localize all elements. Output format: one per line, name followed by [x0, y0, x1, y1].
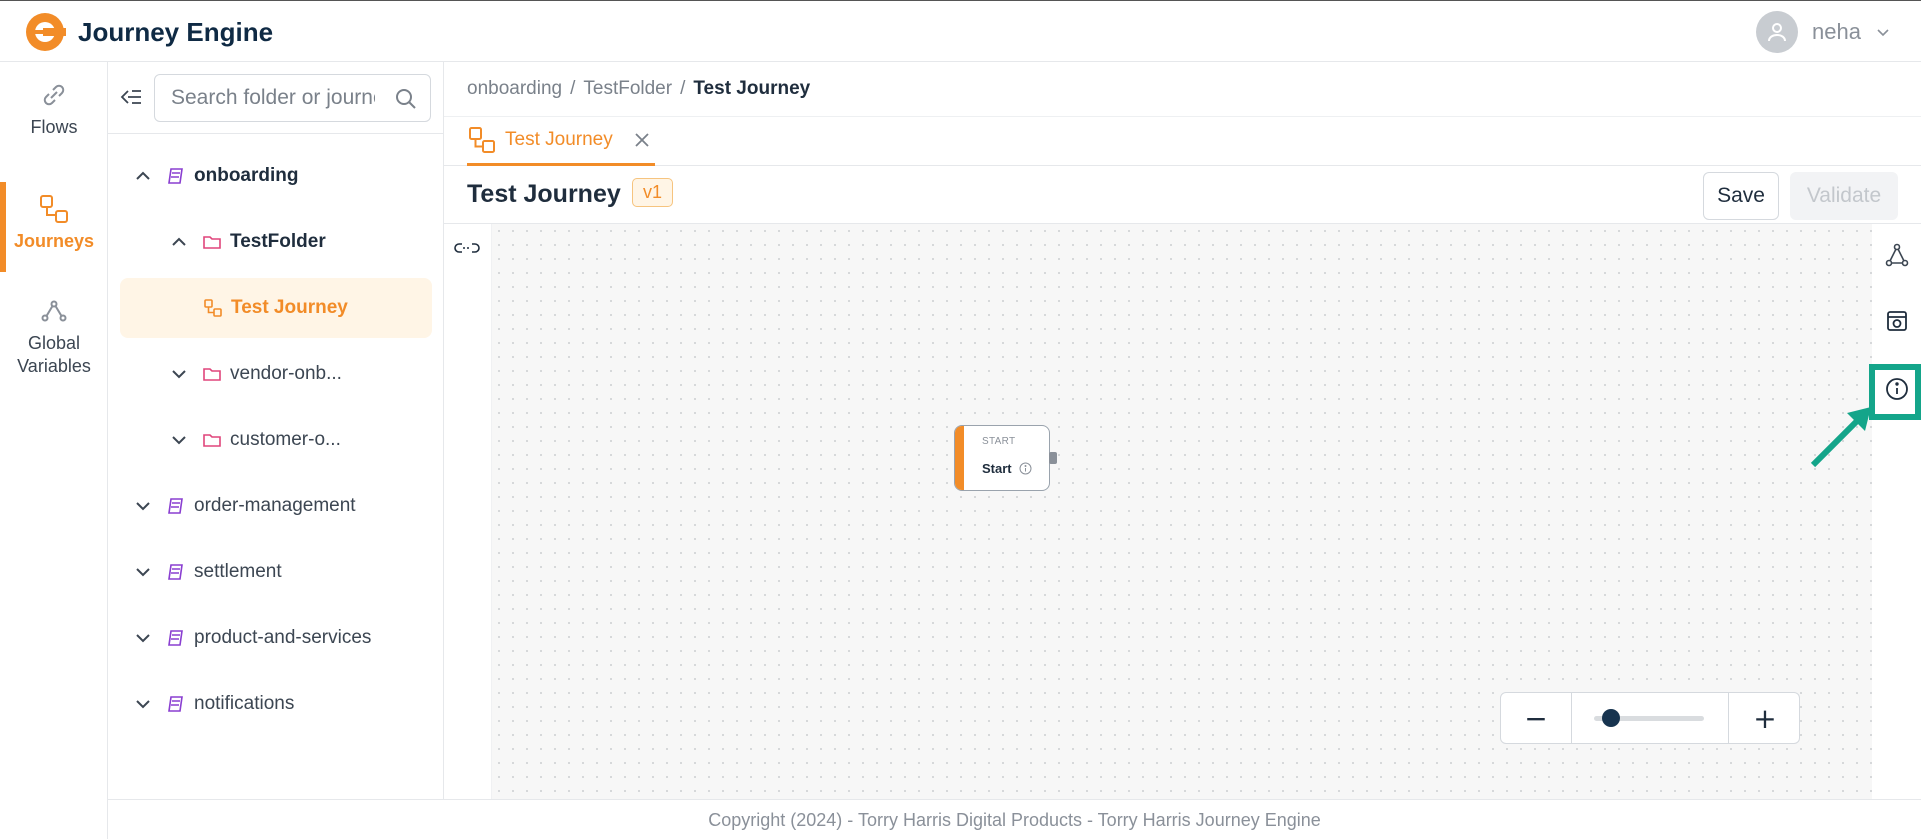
breadcrumb-separator: /: [570, 78, 576, 99]
breadcrumb: onboarding / TestFolder / Test Journey: [467, 78, 810, 100]
collection-icon: [168, 630, 183, 646]
breadcrumb-separator: /: [680, 78, 686, 99]
tree-item-onboarding[interactable]: onboarding: [132, 161, 298, 191]
folder-icon: [203, 236, 221, 249]
tree-label: vendor-onb...: [230, 363, 342, 384]
tree-item-settlement[interactable]: settlement: [132, 557, 282, 587]
tab-label: Test Journey: [505, 129, 613, 150]
tree-item-customer-onboarding[interactable]: customer-o...: [168, 425, 341, 455]
tree-item-order-management[interactable]: order-management: [132, 491, 356, 521]
zoom-divider: [1728, 693, 1729, 743]
chevron-down-icon[interactable]: [168, 429, 190, 451]
chevron-down-icon[interactable]: [132, 627, 154, 649]
page-title: Test Journey: [467, 180, 621, 208]
chevron-down-icon[interactable]: [132, 495, 154, 517]
chevron-down-icon[interactable]: [132, 693, 154, 715]
zoom-control: − +: [1500, 692, 1800, 744]
user-name[interactable]: neha: [1812, 19, 1861, 45]
tree-label: settlement: [194, 561, 282, 582]
canvas-right-toolbar: [1872, 224, 1921, 799]
chevron-down-icon[interactable]: [168, 363, 190, 385]
nav-label-journeys: Journeys: [13, 231, 95, 251]
collection-icon: [168, 696, 183, 712]
tree-label: notifications: [194, 693, 295, 714]
tree-item-vendor-onboarding[interactable]: vendor-onb...: [168, 359, 342, 389]
collection-icon: [168, 168, 183, 184]
chevron-up-icon[interactable]: [132, 165, 154, 187]
app-title: Journey Engine: [78, 17, 274, 47]
settings-panel-icon: [1887, 311, 1907, 331]
chevron-up-icon[interactable]: [168, 231, 190, 253]
user-icon: [1768, 23, 1787, 42]
journey-engine-logo-icon[interactable]: [24, 11, 66, 53]
tree-label: order-management: [194, 495, 356, 516]
node-type-label: START: [982, 436, 1016, 447]
node-output-port[interactable]: [1049, 452, 1057, 464]
zoom-out-button[interactable]: −: [1501, 693, 1571, 743]
left-navigation: Flows Journeys Global Variables: [0, 62, 108, 839]
tree-label: Test Journey: [231, 297, 348, 318]
editor-tabs: Test Journey: [444, 116, 1921, 166]
collection-icon: [168, 498, 183, 514]
close-icon[interactable]: [631, 129, 653, 151]
nav-label-global-variables: Global Variables: [17, 333, 91, 377]
footer: Copyright (2024) - Torry Harris Digital …: [108, 799, 1921, 839]
tree-label: product-and-services: [194, 627, 372, 648]
breadcrumb-item-onboarding[interactable]: onboarding: [467, 78, 562, 100]
connector-icon[interactable]: [454, 238, 480, 258]
node-accent-bar: [955, 426, 964, 490]
zoom-slider-thumb[interactable]: [1601, 709, 1620, 727]
chevron-down-icon[interactable]: [1875, 24, 1891, 40]
graph-tool-button[interactable]: [1878, 236, 1916, 274]
folder-search-input[interactable]: [155, 75, 375, 121]
tree-item-test-journey[interactable]: Test Journey: [203, 293, 348, 323]
tree-item-testfolder[interactable]: TestFolder: [168, 227, 326, 257]
validate-button[interactable]: Validate: [1790, 172, 1898, 220]
graph-icon: [1885, 243, 1909, 267]
user-menu[interactable]: neha: [1756, 11, 1891, 53]
journey-icon: [204, 299, 222, 317]
folder-search-box[interactable]: [154, 74, 431, 122]
node-name: Start: [982, 461, 1012, 476]
journey-icon: [469, 127, 495, 153]
settings-tool-button[interactable]: [1878, 302, 1916, 340]
search-icon[interactable]: [394, 87, 418, 111]
link-icon: [43, 84, 65, 106]
nav-item-global-variables[interactable]: Global Variables: [0, 294, 108, 379]
top-header: Journey Engine neha: [0, 0, 1921, 62]
breadcrumb-current: Test Journey: [693, 78, 811, 99]
avatar[interactable]: [1756, 11, 1799, 53]
collection-icon: [168, 564, 183, 580]
tree-label: TestFolder: [230, 231, 326, 252]
tab-test-journey[interactable]: Test Journey: [467, 117, 655, 166]
arrow-pointer-icon: [1810, 407, 1871, 468]
journeys-icon: [40, 195, 68, 223]
nav-item-flows[interactable]: Flows: [0, 78, 108, 139]
folder-search-row: [108, 62, 444, 134]
folder-icon: [203, 434, 221, 447]
tree-item-notifications[interactable]: notifications: [132, 689, 294, 719]
collapse-panel-icon[interactable]: [118, 84, 144, 110]
journey-title-bar: Test Journey v1 Save Validate: [444, 166, 1921, 224]
zoom-divider: [1571, 693, 1572, 743]
info-icon[interactable]: [1019, 462, 1032, 475]
zoom-in-button[interactable]: +: [1730, 693, 1800, 743]
nav-label-flows: Flows: [30, 117, 78, 137]
breadcrumb-item-testfolder[interactable]: TestFolder: [583, 78, 672, 100]
folder-icon: [203, 368, 221, 381]
nav-item-journeys[interactable]: Journeys: [0, 181, 108, 273]
tree-label: customer-o...: [230, 429, 341, 450]
tree-item-product-and-services[interactable]: product-and-services: [132, 623, 371, 653]
canvas-left-toolbar: [444, 224, 492, 799]
chevron-down-icon[interactable]: [132, 561, 154, 583]
start-node[interactable]: START Start: [954, 425, 1057, 491]
version-badge: v1: [632, 178, 674, 207]
tree-label: onboarding: [194, 165, 299, 186]
variables-icon: [41, 300, 67, 322]
save-button[interactable]: Save: [1703, 172, 1779, 220]
